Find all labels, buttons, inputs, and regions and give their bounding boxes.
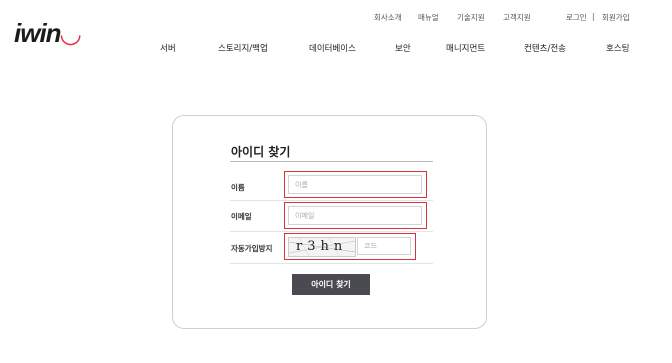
row-divider	[230, 200, 433, 201]
utility-nav: 회사소개 매뉴얼 기술지원 고객지원 로그인 | 회원가입	[360, 12, 632, 24]
name-placeholder: 이름	[295, 180, 308, 189]
row-divider	[230, 263, 433, 264]
name-label: 이름	[231, 183, 245, 192]
util-link-manual[interactable]: 매뉴얼	[418, 12, 439, 23]
nav-item-storage-backup[interactable]: 스토리지/백업	[218, 42, 268, 54]
find-id-button[interactable]: 아이디 찾기	[292, 274, 370, 295]
util-link-company[interactable]: 회사소개	[374, 12, 402, 23]
util-link-customer-support[interactable]: 고객지원	[503, 12, 531, 23]
captcha-label: 자동가입방지	[231, 244, 273, 253]
nav-item-contents-delivery[interactable]: 컨텐츠/전송	[524, 42, 566, 54]
nav-item-management[interactable]: 매니지먼트	[446, 42, 485, 54]
nav-item-security[interactable]: 보안	[395, 42, 411, 54]
find-id-button-label: 아이디 찾기	[311, 280, 351, 289]
nav-item-database[interactable]: 데이터베이스	[309, 42, 356, 54]
email-input[interactable]: 이메일	[288, 206, 422, 225]
util-link-signup[interactable]: 회원가입	[602, 12, 630, 23]
iwin-logo[interactable]: iwin◡	[14, 18, 81, 49]
captcha-image: r3hn	[288, 237, 356, 257]
name-input[interactable]: 이름	[288, 175, 422, 194]
page-title: 아이디 찾기	[231, 145, 291, 159]
util-separator: |	[592, 12, 595, 21]
captcha-text: r3hn	[296, 239, 348, 254]
row-divider	[230, 231, 433, 232]
title-divider	[230, 161, 433, 162]
find-id-card: 아이디 찾기 이름 이름 이메일 이메일 자동가입방지 r3hn 코드 아이디 …	[172, 115, 487, 329]
nav-item-hosting[interactable]: 호스팅	[606, 42, 629, 54]
util-link-tech-support[interactable]: 기술지원	[457, 12, 485, 23]
main-nav: 서버 스토리지/백업 데이터베이스 보안 매니지먼트 컨텐츠/전송 호스팅	[160, 42, 660, 56]
util-link-login[interactable]: 로그인	[566, 12, 587, 23]
logo-text: iwin	[14, 18, 62, 48]
smile-icon: ◡	[60, 18, 81, 48]
email-placeholder: 이메일	[295, 211, 315, 220]
nav-item-server[interactable]: 서버	[160, 42, 176, 54]
code-placeholder: 코드	[364, 242, 377, 250]
captcha-code-input[interactable]: 코드	[357, 237, 411, 255]
email-label: 이메일	[231, 212, 252, 221]
